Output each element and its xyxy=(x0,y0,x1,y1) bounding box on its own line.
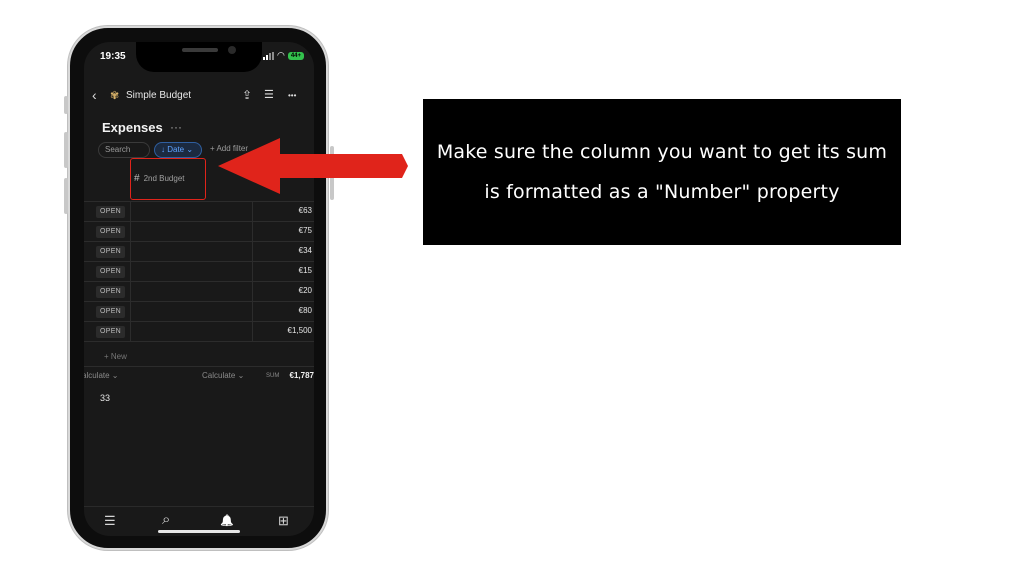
date-sort-label: ↓ Date ⌄ xyxy=(161,145,194,154)
instruction-caption: Make sure the column you want to get its… xyxy=(423,99,901,245)
speaker xyxy=(182,48,218,52)
search-icon[interactable]: ⌕ xyxy=(162,511,170,528)
table-row: OPEN €80 xyxy=(84,301,314,322)
list-icon[interactable]: ☰ xyxy=(104,513,116,529)
page-title[interactable]: Simple Budget xyxy=(126,90,191,101)
tutorial-slide: 19:35 ◠ 44+ ‹ ✾ Simple Budget ⇪ ☰ ••• Ex… xyxy=(0,0,1024,576)
home-indicator xyxy=(158,530,240,533)
table-row: OPEN €20 xyxy=(84,281,314,302)
share-icon[interactable]: ⇪ xyxy=(242,88,252,102)
red-pointer-arrow-icon xyxy=(218,138,408,194)
search-button[interactable]: Search xyxy=(98,142,150,158)
table-row: OPEN €63 xyxy=(84,201,314,222)
new-row-button[interactable]: + New xyxy=(104,352,127,361)
open-button[interactable]: OPEN xyxy=(96,266,126,278)
status-time: 19:35 xyxy=(100,51,126,62)
status-icons: ◠ 44+ xyxy=(262,50,304,60)
open-button[interactable]: OPEN xyxy=(96,246,126,258)
open-button[interactable]: OPEN xyxy=(96,306,126,318)
volume-up-button xyxy=(64,132,68,168)
comments-icon[interactable]: ☰ xyxy=(264,88,274,101)
phone-frame: 19:35 ◠ 44+ ‹ ✾ Simple Budget ⇪ ☰ ••• Ex… xyxy=(64,26,334,550)
camera xyxy=(228,46,236,54)
column-highlight-box xyxy=(130,158,206,200)
battery-icon: 44+ xyxy=(287,51,304,60)
table-row: OPEN €34 xyxy=(84,241,314,262)
count-value: 33 xyxy=(100,393,111,403)
date-sort-chip[interactable]: ↓ Date ⌄ xyxy=(154,142,202,158)
database-options-icon[interactable]: ··· xyxy=(170,120,182,134)
amount-cell[interactable]: €75 xyxy=(299,226,312,235)
caption-line-1: Make sure the column you want to get its… xyxy=(436,141,888,163)
notch xyxy=(136,42,262,72)
bell-icon[interactable]: 🔔 xyxy=(220,514,234,527)
more-icon[interactable]: ••• xyxy=(288,91,296,100)
page-topbar: ‹ ✾ Simple Budget ⇪ ☰ ••• xyxy=(84,84,314,108)
open-button[interactable]: OPEN xyxy=(96,206,126,218)
table-row: OPEN €1,500 xyxy=(84,321,314,342)
open-button[interactable]: OPEN xyxy=(96,286,126,298)
mute-switch xyxy=(64,96,68,114)
volume-down-button xyxy=(64,178,68,214)
search-label: Search xyxy=(105,145,131,154)
back-chevron-icon[interactable]: ‹ xyxy=(92,87,97,103)
sum-label: SUM xyxy=(266,373,280,379)
amount-cell[interactable]: €34 xyxy=(299,246,312,255)
table-row: OPEN €75 xyxy=(84,221,314,242)
amount-cell[interactable]: €20 xyxy=(299,286,312,295)
open-button[interactable]: OPEN xyxy=(96,326,126,338)
caption-line-2: is formatted as a "Number" property xyxy=(484,181,840,203)
sum-value[interactable]: €1,787 xyxy=(290,371,314,380)
add-page-icon[interactable]: ⊞ xyxy=(278,513,289,529)
signal-icon xyxy=(262,51,274,60)
amount-cell[interactable]: €80 xyxy=(299,306,312,315)
wifi-icon: ◠ xyxy=(276,50,285,60)
calculate-dropdown[interactable]: Calculate ⌄ xyxy=(202,371,244,380)
amount-cell[interactable]: €15 xyxy=(299,266,312,275)
expenses-table: OPEN €63 OPEN €75 OPEN €34 OPEN €15 OPEN €20 … xyxy=(84,201,314,342)
page-emoji-icon: ✾ xyxy=(110,90,120,102)
open-button[interactable]: OPEN xyxy=(96,226,126,238)
amount-cell[interactable]: €1,500 xyxy=(288,326,312,335)
database-title[interactable]: Expenses xyxy=(102,120,163,135)
calculate-dropdown[interactable]: alculate ⌄ xyxy=(84,371,119,380)
calculate-row: alculate ⌄ Calculate ⌄ SUM €1,787 xyxy=(84,366,314,380)
phone-screen: 19:35 ◠ 44+ ‹ ✾ Simple Budget ⇪ ☰ ••• Ex… xyxy=(84,42,314,536)
amount-cell[interactable]: €63 xyxy=(299,206,312,215)
table-row: OPEN €15 xyxy=(84,261,314,282)
